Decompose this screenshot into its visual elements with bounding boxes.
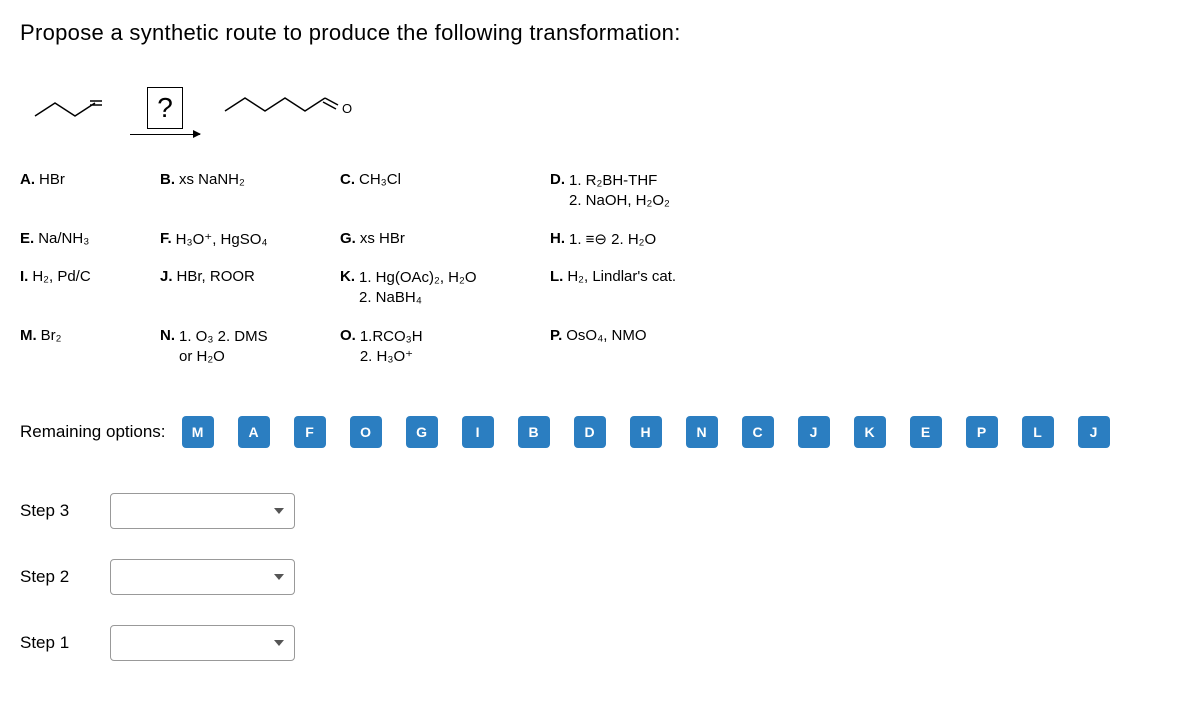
option-i: I.H₂, Pd/C bbox=[20, 268, 150, 307]
reagent-options-grid: A.HBr B.xs NaNH₂ C.CH₃Cl D.1. R₂BH-THF2.… bbox=[20, 171, 1180, 366]
remaining-options-label: Remaining options: bbox=[20, 422, 166, 442]
step-3-label: Step 3 bbox=[20, 501, 90, 521]
remaining-tag[interactable]: K bbox=[854, 416, 886, 448]
option-j: J.HBr, ROOR bbox=[160, 268, 330, 307]
question-prompt: Propose a synthetic route to produce the… bbox=[20, 20, 1180, 46]
remaining-tag[interactable]: G bbox=[406, 416, 438, 448]
option-d: D.1. R₂BH-THF2. NaOH, H₂O₂ bbox=[550, 171, 770, 210]
step-1-label: Step 1 bbox=[20, 633, 90, 653]
remaining-tag[interactable]: O bbox=[350, 416, 382, 448]
remaining-tag[interactable]: J bbox=[798, 416, 830, 448]
remaining-tag[interactable]: M bbox=[182, 416, 214, 448]
option-l: L.H₂, Lindlar's cat. bbox=[550, 268, 770, 307]
starting-material bbox=[30, 91, 110, 131]
option-a: A.HBr bbox=[20, 171, 150, 210]
remaining-tag[interactable]: J bbox=[1078, 416, 1110, 448]
step-2-row: Step 2 bbox=[20, 559, 1180, 595]
remaining-tag[interactable]: I bbox=[462, 416, 494, 448]
option-m: M.Br₂ bbox=[20, 327, 150, 366]
remaining-tag[interactable]: P bbox=[966, 416, 998, 448]
option-h: H.1. ≡⊖ 2. H₂O bbox=[550, 230, 770, 248]
option-o: O.1.RCO₃H2. H₃O⁺ bbox=[340, 327, 540, 366]
remaining-tag[interactable]: F bbox=[294, 416, 326, 448]
remaining-tag[interactable]: H bbox=[630, 416, 662, 448]
steps-section: Step 3 Step 2 Step 1 bbox=[20, 493, 1180, 661]
step-2-select[interactable] bbox=[110, 559, 295, 595]
remaining-tag[interactable]: B bbox=[518, 416, 550, 448]
step-1-row: Step 1 bbox=[20, 625, 1180, 661]
option-e: E.Na/NH₃ bbox=[20, 230, 150, 248]
transformation-row: ? O bbox=[20, 86, 1180, 136]
step-2-label: Step 2 bbox=[20, 567, 90, 587]
remaining-tag[interactable]: N bbox=[686, 416, 718, 448]
remaining-tag[interactable]: L bbox=[1022, 416, 1054, 448]
remaining-tag[interactable]: E bbox=[910, 416, 942, 448]
option-p: P.OsO₄, NMO bbox=[550, 327, 770, 366]
remaining-tag[interactable]: C bbox=[742, 416, 774, 448]
step-3-select[interactable] bbox=[110, 493, 295, 529]
option-c: C.CH₃Cl bbox=[340, 171, 540, 210]
arrow-icon bbox=[130, 134, 200, 135]
option-g: G.xs HBr bbox=[340, 230, 540, 248]
option-k: K.1. Hg(OAc)₂, H₂O2. NaBH₄ bbox=[340, 268, 540, 307]
question-mark-icon: ? bbox=[147, 87, 183, 129]
svg-text:O: O bbox=[342, 101, 352, 116]
remaining-options-row: Remaining options: MAFOGIBDHNCJKEPLJ bbox=[20, 416, 1180, 448]
step-1-select[interactable] bbox=[110, 625, 295, 661]
option-f: F.H₃O⁺, HgSO₄ bbox=[160, 230, 330, 248]
step-3-row: Step 3 bbox=[20, 493, 1180, 529]
remaining-tag[interactable]: A bbox=[238, 416, 270, 448]
remaining-tag[interactable]: D bbox=[574, 416, 606, 448]
option-b: B.xs NaNH₂ bbox=[160, 171, 330, 210]
product-structure: O bbox=[220, 86, 380, 136]
option-n: N.1. O₃ 2. DMSor H₂O bbox=[160, 327, 330, 366]
reaction-arrow-block: ? bbox=[130, 87, 200, 135]
